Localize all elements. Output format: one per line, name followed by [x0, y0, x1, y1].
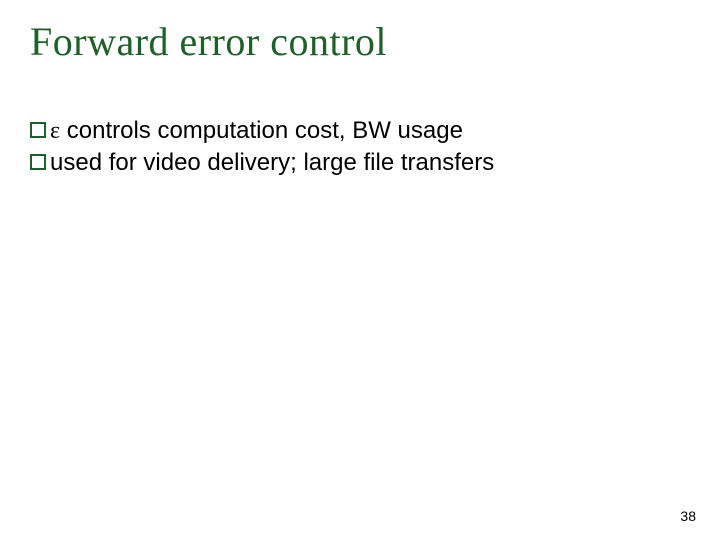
bullet-text-content: used for video delivery; large file tran…	[50, 149, 494, 176]
slide: Forward error control ε controls computa…	[0, 0, 720, 540]
page-number: 38	[680, 508, 696, 524]
bullet-item: used for video delivery; large file tran…	[30, 148, 680, 178]
bullet-text: ε controls computation cost, BW usage	[50, 116, 463, 146]
bullet-text-content: controls computation cost, BW usage	[60, 117, 463, 144]
bullet-square-icon	[30, 154, 46, 170]
epsilon-symbol: ε	[50, 118, 60, 144]
bullet-square-icon	[30, 122, 46, 138]
slide-title: Forward error control	[30, 18, 387, 65]
bullet-list: ε controls computation cost, BW usage us…	[30, 116, 680, 180]
bullet-item: ε controls computation cost, BW usage	[30, 116, 680, 146]
bullet-text: used for video delivery; large file tran…	[50, 148, 494, 178]
